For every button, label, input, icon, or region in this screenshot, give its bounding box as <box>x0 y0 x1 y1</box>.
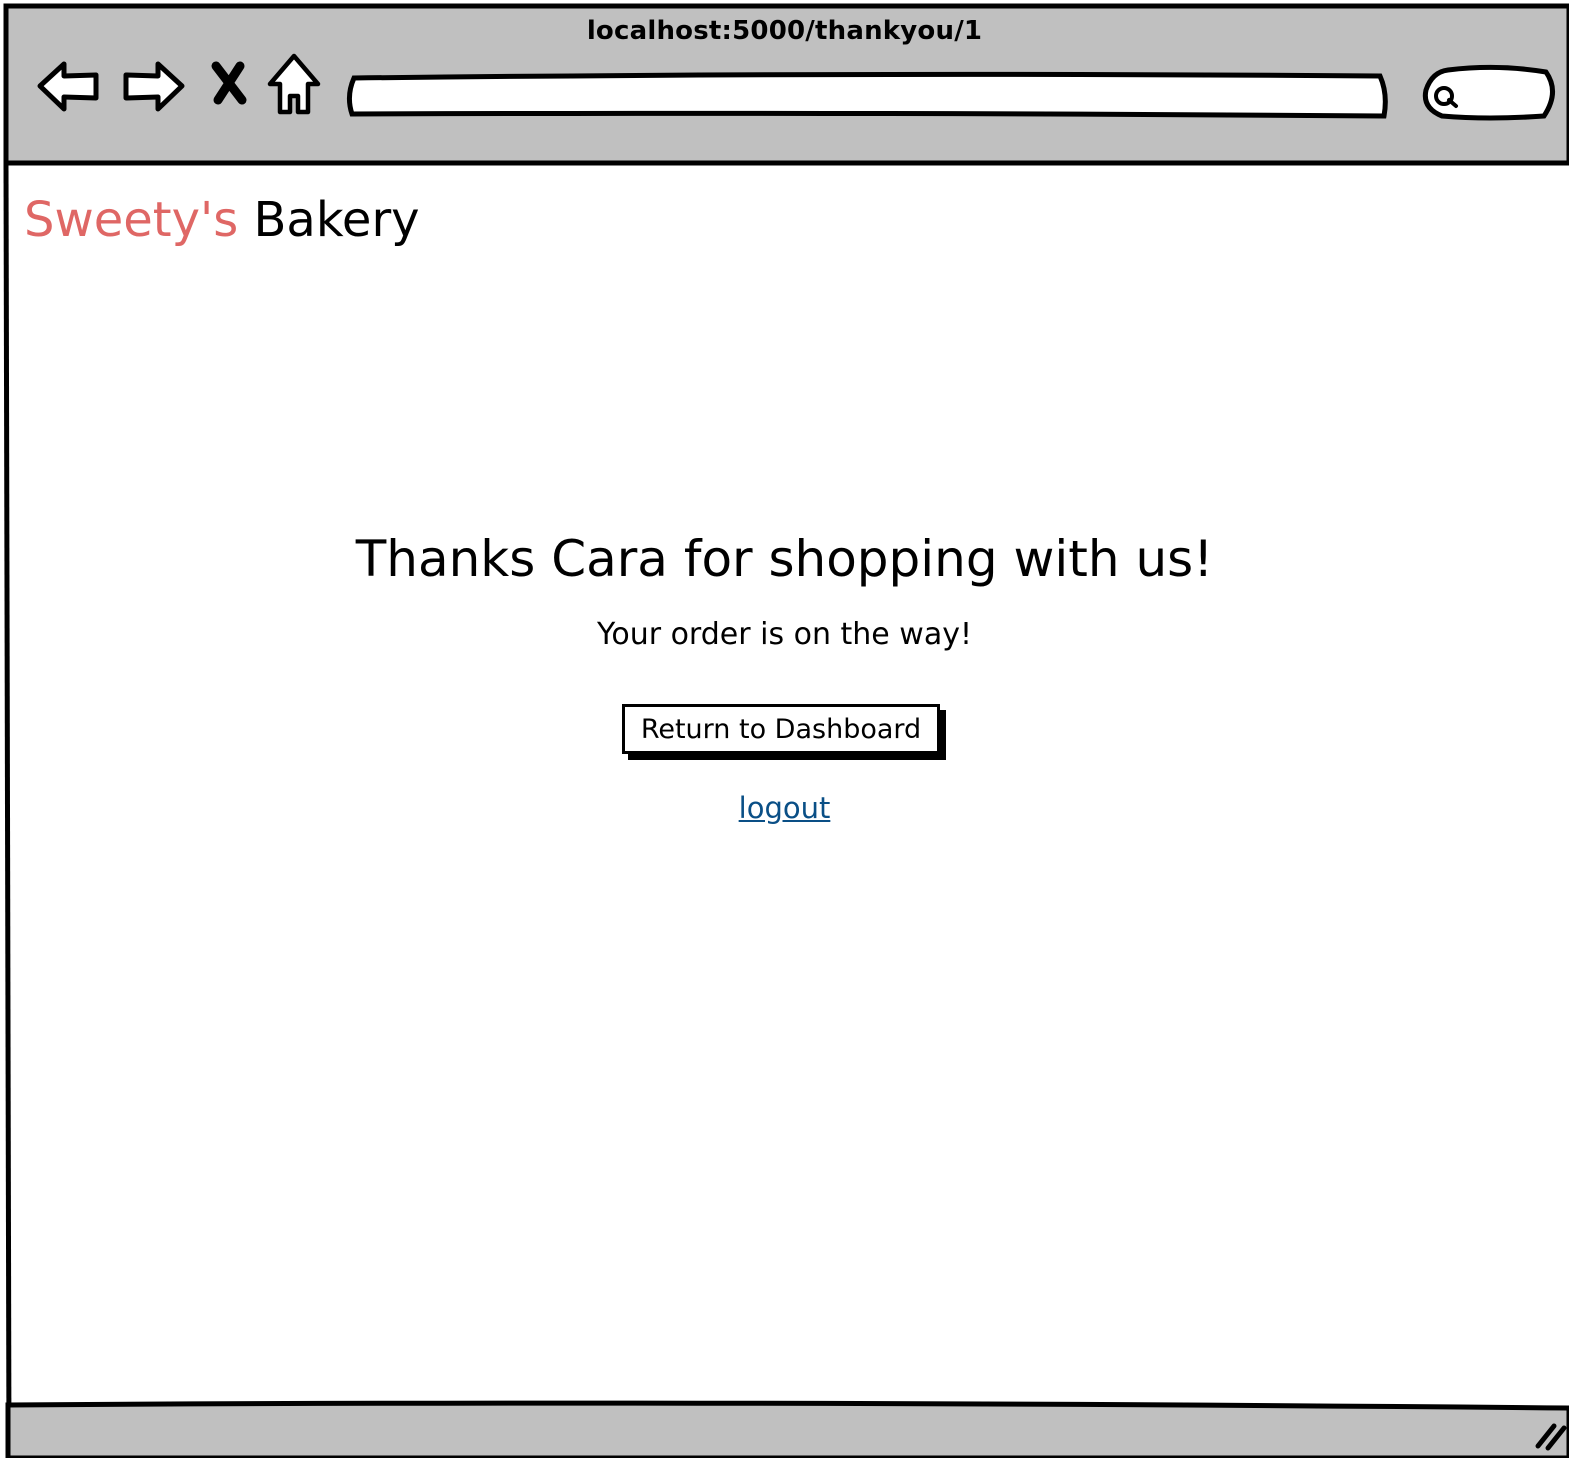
return-to-dashboard-button[interactable]: Return to Dashboard <box>622 704 940 754</box>
home-icon[interactable] <box>264 50 324 118</box>
brand-name-second: Bakery <box>253 192 420 248</box>
return-to-dashboard-label: Return to Dashboard <box>640 713 922 745</box>
browser-window: localhost:5000/thankyou/1 Sweety's Baker… <box>0 0 1569 1458</box>
back-arrow-icon[interactable] <box>36 56 102 116</box>
logout-container: logout <box>0 788 1569 828</box>
forward-arrow-icon[interactable] <box>118 56 188 116</box>
order-status-text: Your order is on the way! <box>597 617 972 652</box>
close-x-icon[interactable] <box>204 56 254 112</box>
search-icon[interactable] <box>1418 62 1558 122</box>
brand-name-first: Sweety's <box>24 192 239 248</box>
window-url-title: localhost:5000/thankyou/1 <box>586 16 983 46</box>
logout-link[interactable]: logout <box>739 791 831 825</box>
brand-logo: Sweety's Bakery <box>24 190 420 250</box>
address-bar-input[interactable] <box>344 66 1392 122</box>
page-title: Thanks Cara for shopping with us! <box>355 530 1214 588</box>
